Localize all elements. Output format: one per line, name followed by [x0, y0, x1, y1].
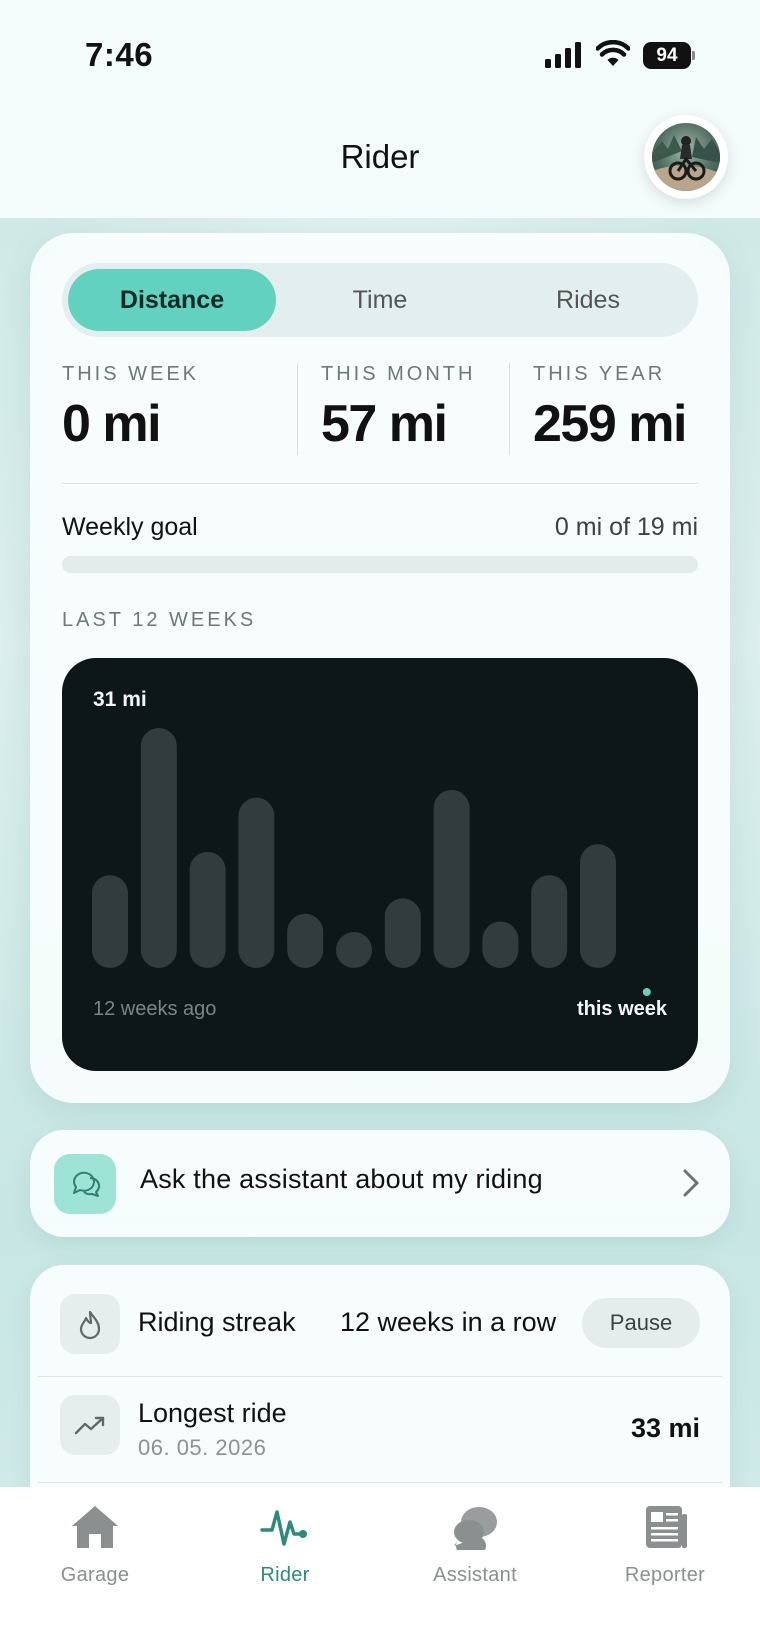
chart-bar: [189, 851, 226, 968]
longest-ride-label: Longest ride: [138, 1398, 287, 1428]
chart-bar-current-week: [642, 988, 651, 996]
tab-label: Reporter: [624, 1564, 706, 1586]
stat-label: THIS MONTH: [321, 363, 476, 385]
chart-bar: [336, 932, 372, 968]
chart-end-label: this week: [576, 998, 667, 1020]
chat-bubbles-icon: [54, 1154, 116, 1214]
weekly-goal-label: Weekly goal: [62, 513, 198, 541]
divider: [509, 363, 510, 455]
tab-garage[interactable]: Garage: [0, 1487, 190, 1597]
segment-time[interactable]: Time: [276, 269, 484, 331]
streak-value: 12 weeks in a row: [340, 1307, 557, 1337]
stat-value: 0 mi: [62, 395, 162, 453]
metric-segmented-control: Distance Time Rides: [62, 263, 698, 337]
mountain-biker-image: [652, 135, 720, 191]
tab-label: Rider: [260, 1564, 310, 1586]
chart-bar: [433, 789, 470, 968]
stat-label: THIS WEEK: [62, 363, 200, 385]
ask-assistant-button[interactable]: Ask the assistant about my riding: [30, 1130, 730, 1237]
pause-streak-button[interactable]: Pause: [582, 1298, 700, 1348]
stat-value: 259 mi: [533, 395, 687, 453]
tab-assistant[interactable]: Assistant: [380, 1487, 570, 1597]
divider: [62, 483, 698, 484]
stat-value: 57 mi: [321, 395, 448, 453]
chart-bar: [531, 875, 568, 968]
segment-rides[interactable]: Rides: [484, 269, 692, 331]
status-bar: 7:46 94: [0, 0, 760, 110]
app-header: Rider: [0, 110, 760, 218]
chevron-right-icon: [683, 1169, 699, 1197]
divider: [38, 1376, 722, 1377]
tab-reporter[interactable]: Reporter: [570, 1487, 760, 1597]
chart-bar: [482, 921, 519, 968]
chart-max-label: 31 mi: [93, 688, 147, 711]
flame-icon: [60, 1294, 120, 1354]
weekly-distance-chart: 31 mi 12 weeks ago this week: [62, 658, 698, 1071]
divider: [297, 363, 298, 455]
chat-bubbles-icon: [454, 1507, 497, 1550]
status-time: 7:46: [85, 36, 154, 73]
battery-icon: 94: [643, 42, 695, 69]
profile-avatar-button[interactable]: [644, 115, 728, 199]
chart-bar: [384, 898, 421, 968]
weekly-goal-value: 0 mi of 19 mi: [554, 513, 698, 541]
last-weeks-label: LAST 12 WEEKS: [62, 609, 257, 631]
streak-label: Riding streak: [138, 1307, 296, 1337]
pulse-icon: [260, 1510, 307, 1546]
tab-rider[interactable]: Rider: [190, 1487, 380, 1597]
avatar: [652, 123, 720, 191]
battery-level: 94: [643, 42, 691, 69]
longest-ride-value: 33 mi: [630, 1413, 700, 1443]
stat-this-week: THIS WEEK 0 mi: [62, 363, 199, 454]
longest-ride-date: 06. 05. 2026: [138, 1435, 267, 1460]
chart-bar: [140, 728, 177, 968]
newspaper-icon: [646, 1506, 687, 1548]
chart-start-label: 12 weeks ago: [93, 998, 217, 1020]
tab-label: Garage: [60, 1564, 130, 1586]
chart-bar: [580, 844, 616, 968]
stat-this-year: THIS YEAR 259 mi: [533, 363, 687, 454]
stat-this-month: THIS MONTH 57 mi: [321, 363, 475, 454]
chart-bar: [238, 797, 275, 968]
stat-label: THIS YEAR: [533, 363, 666, 385]
stats-card: Distance Time Rides THIS WEEK 0 mi THIS …: [30, 233, 730, 1103]
ask-assistant-label: Ask the assistant about my riding: [140, 1164, 543, 1194]
tab-bar: Garage Rider Assistant Reporter: [0, 1487, 760, 1648]
signal-icon: [545, 42, 581, 68]
house-icon: [72, 1506, 118, 1548]
tab-label: Assistant: [433, 1564, 517, 1586]
chart-bar: [92, 875, 128, 968]
divider: [38, 1482, 722, 1483]
weekly-goal-progress-bar: [62, 556, 698, 573]
wifi-icon: [596, 40, 630, 66]
chart-bar: [287, 913, 324, 968]
trending-up-icon: [60, 1395, 120, 1455]
segment-distance[interactable]: Distance: [68, 269, 276, 331]
